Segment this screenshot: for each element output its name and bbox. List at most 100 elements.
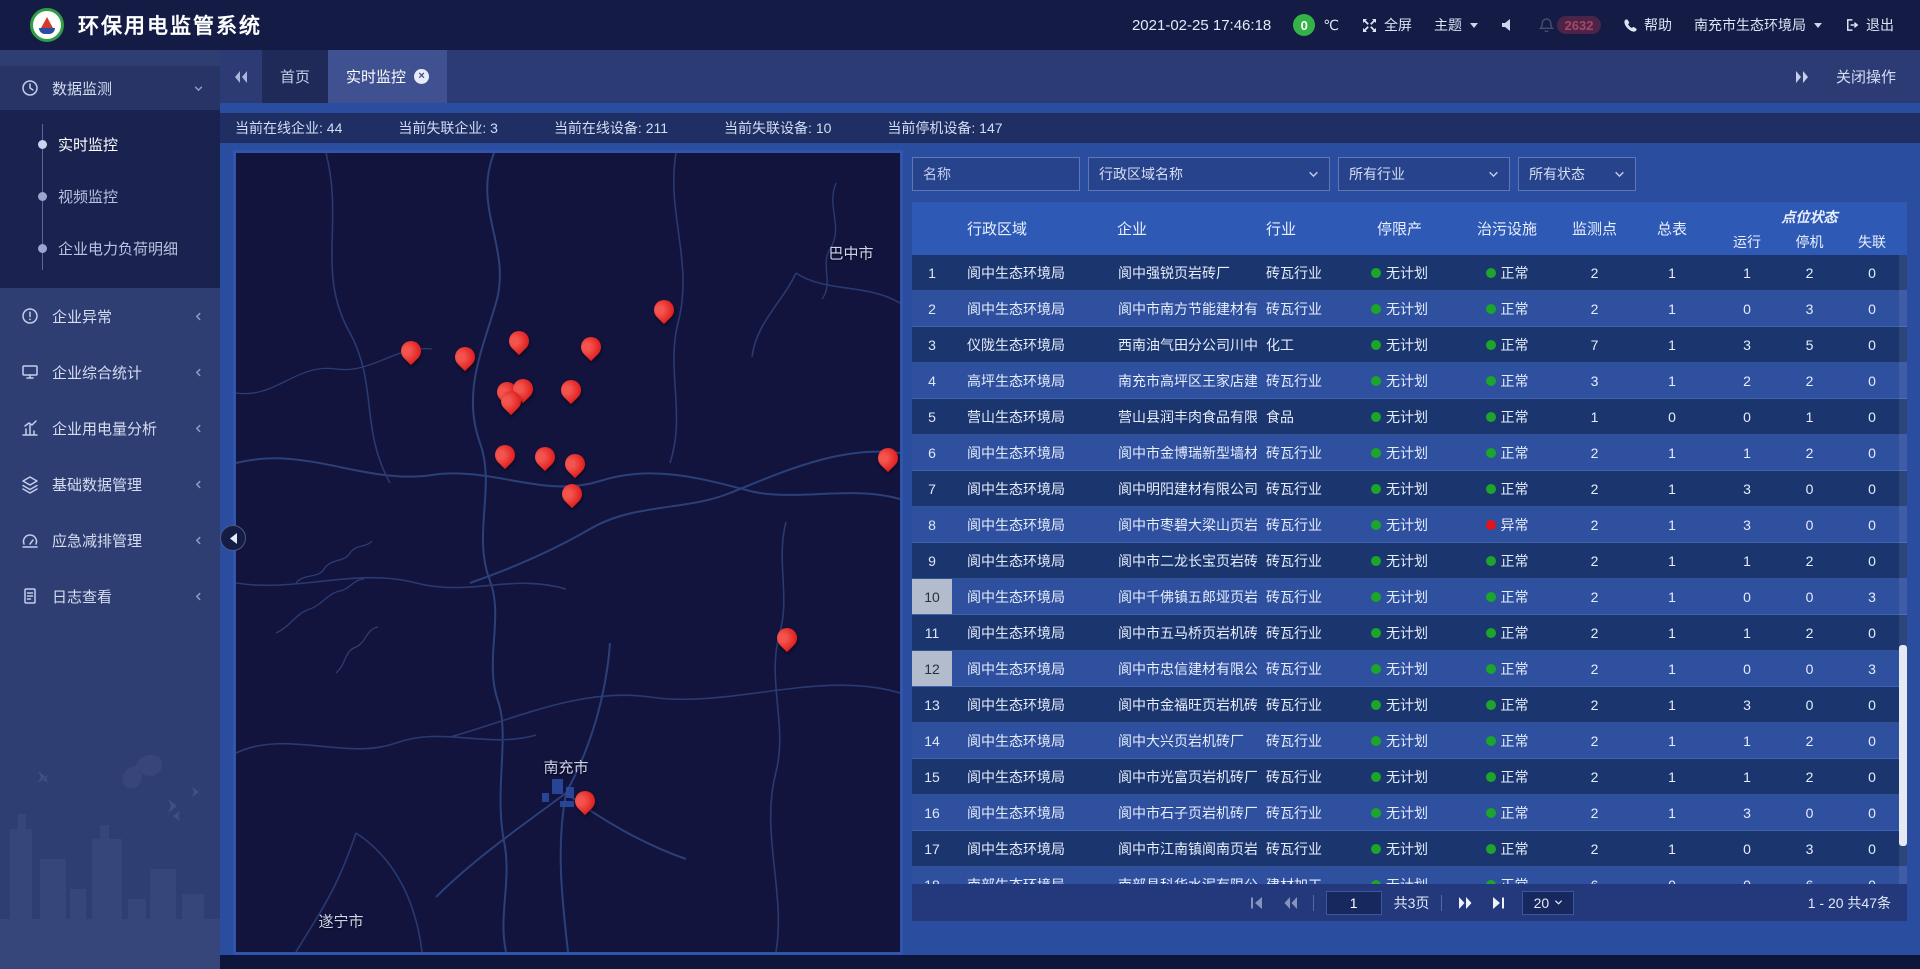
sidebar-item-3[interactable]: 企业用电量分析: [0, 400, 220, 456]
col-header-points: 监测点: [1557, 202, 1632, 255]
cell-production: 无计划: [1342, 795, 1457, 830]
cell-treatment: 正常: [1457, 759, 1557, 794]
page-number-input[interactable]: [1326, 891, 1382, 915]
cell-production: 无计划: [1342, 327, 1457, 362]
cell-row-number: 3: [912, 327, 952, 362]
table-row-4[interactable]: 4高坪生态环境局南充市高坪区王家店建砖瓦行业无计划正常31220: [912, 363, 1907, 399]
sidebar-item-4[interactable]: 基础数据管理: [0, 456, 220, 512]
sidebar-subitem-0-0[interactable]: 实时监控: [0, 118, 220, 170]
cell-running: 1: [1712, 723, 1782, 758]
cell-region: 阆中生态环境局: [952, 435, 1102, 470]
tabs-scroll-right-button[interactable]: [1794, 70, 1810, 84]
cell-meters: 1: [1632, 507, 1712, 542]
table-row-5[interactable]: 5营山生态环境局营山县润丰肉食品有限食品无计划正常10010: [912, 399, 1907, 435]
status-dot-green: [1371, 592, 1381, 602]
cell-production: 无计划: [1342, 615, 1457, 650]
sidebar-item-2[interactable]: 企业综合统计: [0, 344, 220, 400]
status-dot-green: [1486, 376, 1496, 386]
cell-region: 阆中生态环境局: [952, 543, 1102, 578]
cell-region: 阆中生态环境局: [952, 507, 1102, 542]
sidebar-item-0[interactable]: 数据监测: [0, 66, 220, 110]
table-row-9[interactable]: 9阆中生态环境局阆中市二龙长宝页岩砖砖瓦行业无计划正常21120: [912, 543, 1907, 579]
prev-page-button[interactable]: [1279, 892, 1301, 914]
table-row-10[interactable]: 10阆中生态环境局阆中千佛镇五郎垭页岩砖瓦行业无计划正常21003: [912, 579, 1907, 615]
cell-treatment: 正常: [1457, 291, 1557, 326]
cell-points: 2: [1557, 759, 1632, 794]
tabs-scroll-left-button[interactable]: [220, 50, 262, 103]
region-select[interactable]: 行政区域名称: [1088, 157, 1330, 191]
col-header-region: 行政区域: [952, 202, 1102, 255]
cell-points: 2: [1557, 543, 1632, 578]
next-page-button[interactable]: [1454, 892, 1476, 914]
close-tab-icon[interactable]: ×: [414, 69, 429, 84]
table-row-12[interactable]: 12阆中生态环境局阆中市忠信建材有限公砖瓦行业无计划正常21003: [912, 651, 1907, 687]
table-row-16[interactable]: 16阆中生态环境局阆中市石子页岩机砖厂砖瓦行业无计划正常21300: [912, 795, 1907, 831]
table-row-3[interactable]: 3仪陇生态环境局西南油气田分公司川中化工无计划正常71350: [912, 327, 1907, 363]
cell-stopped: 2: [1782, 543, 1837, 578]
close-operations-button[interactable]: 关闭操作: [1836, 66, 1896, 87]
cell-company: 阆中市金博瑞新型墙材: [1102, 435, 1257, 470]
tab-home[interactable]: 首页: [262, 50, 328, 103]
sidebar-item-5[interactable]: 应急减排管理: [0, 512, 220, 568]
cell-running: 1: [1712, 435, 1782, 470]
cell-meters: 1: [1632, 471, 1712, 506]
collapse-map-button[interactable]: [220, 525, 246, 551]
cell-row-number: 16: [912, 795, 952, 830]
cell-company: 阆中千佛镇五郎垭页岩: [1102, 579, 1257, 614]
chevron-down-icon: [1814, 23, 1822, 28]
table-scrollbar[interactable]: [1899, 645, 1907, 846]
table-row-14[interactable]: 14阆中生态环境局阆中大兴页岩机砖厂砖瓦行业无计划正常21120: [912, 723, 1907, 759]
table-row-11[interactable]: 11阆中生态环境局阆中市五马桥页岩机砖砖瓦行业无计划正常21120: [912, 615, 1907, 651]
sidebar-subitem-0-2[interactable]: 企业电力负荷明细: [0, 222, 220, 274]
help-button[interactable]: 帮助: [1623, 15, 1672, 35]
industry-select[interactable]: 所有行业: [1338, 157, 1510, 191]
table-row-13[interactable]: 13阆中生态环境局阆中市金福旺页岩机砖砖瓦行业无计划正常21300: [912, 687, 1907, 723]
cell-row-number: 4: [912, 363, 952, 398]
cell-running: 0: [1712, 831, 1782, 866]
sidebar-item-6[interactable]: 日志查看: [0, 568, 220, 624]
sidebar-item-1[interactable]: 企业异常: [0, 288, 220, 344]
first-page-button[interactable]: [1245, 892, 1267, 914]
sound-toggle[interactable]: [1500, 17, 1516, 33]
cell-offline: 0: [1837, 507, 1907, 542]
stat-item: 当前失联设备: 10: [724, 118, 831, 138]
cell-row-number: 17: [912, 831, 952, 866]
last-page-button[interactable]: [1488, 892, 1510, 914]
table-row-8[interactable]: 8阆中生态环境局阆中市枣碧大梁山页岩砖瓦行业无计划异常21300: [912, 507, 1907, 543]
table-row-18[interactable]: 18南部生态环境局南部县科华水泥有限公建材加工无计划正常60060: [912, 867, 1907, 884]
first-page-icon: [1248, 896, 1264, 910]
cityscape-decoration: [0, 739, 220, 969]
stat-item: 当前失联企业: 3: [398, 118, 498, 138]
cell-company: 阆中市金福旺页岩机砖: [1102, 687, 1257, 722]
cell-production: 无计划: [1342, 831, 1457, 866]
table-row-7[interactable]: 7阆中生态环境局阆中明阳建材有限公司砖瓦行业无计划正常21300: [912, 471, 1907, 507]
table-row-15[interactable]: 15阆中生态环境局阆中市光富页岩机砖厂砖瓦行业无计划正常21120: [912, 759, 1907, 795]
cell-offline: 0: [1837, 399, 1907, 434]
sidebar-subitem-0-1[interactable]: 视频监控: [0, 170, 220, 222]
tab-realtime-monitor[interactable]: 实时监控 ×: [328, 50, 447, 103]
name-search-input[interactable]: [923, 166, 1069, 182]
cell-running: 3: [1712, 687, 1782, 722]
map-canvas[interactable]: 巴中市南充市遂宁市: [236, 153, 900, 952]
table-body: 1阆中生态环境局阆中强锐页岩砖厂砖瓦行业无计划正常211202阆中生态环境局阆中…: [912, 255, 1907, 884]
sidebar-subitem-label: 视频监控: [58, 186, 118, 207]
city-label: 遂宁市: [318, 911, 363, 932]
fullscreen-button[interactable]: 全屏: [1361, 15, 1412, 35]
table-row-1[interactable]: 1阆中生态环境局阆中强锐页岩砖厂砖瓦行业无计划正常21120: [912, 255, 1907, 291]
status-dot-green: [1371, 700, 1381, 710]
record-range-label: 1 - 20 共47条: [1808, 884, 1891, 921]
table-row-6[interactable]: 6阆中生态环境局阆中市金博瑞新型墙材砖瓦行业无计划正常21120: [912, 435, 1907, 471]
cell-running: 2: [1712, 363, 1782, 398]
cell-stopped: 2: [1782, 723, 1837, 758]
table-row-2[interactable]: 2阆中生态环境局阆中市南方节能建材有砖瓦行业无计划正常21030: [912, 291, 1907, 327]
cell-meters: 1: [1632, 327, 1712, 362]
name-search-field[interactable]: [912, 157, 1080, 191]
table-row-17[interactable]: 17阆中生态环境局阆中市江南镇阆南页岩砖瓦行业无计划正常21030: [912, 831, 1907, 867]
logout-button[interactable]: 退出: [1844, 15, 1894, 35]
theme-menu[interactable]: 主题: [1434, 15, 1478, 35]
page-size-select[interactable]: 20: [1522, 891, 1574, 915]
org-user-menu[interactable]: 南充市生态环境局: [1694, 15, 1822, 35]
status-select[interactable]: 所有状态: [1518, 157, 1636, 191]
notifications[interactable]: 2632: [1538, 16, 1601, 34]
cell-industry: 化工: [1257, 327, 1342, 362]
